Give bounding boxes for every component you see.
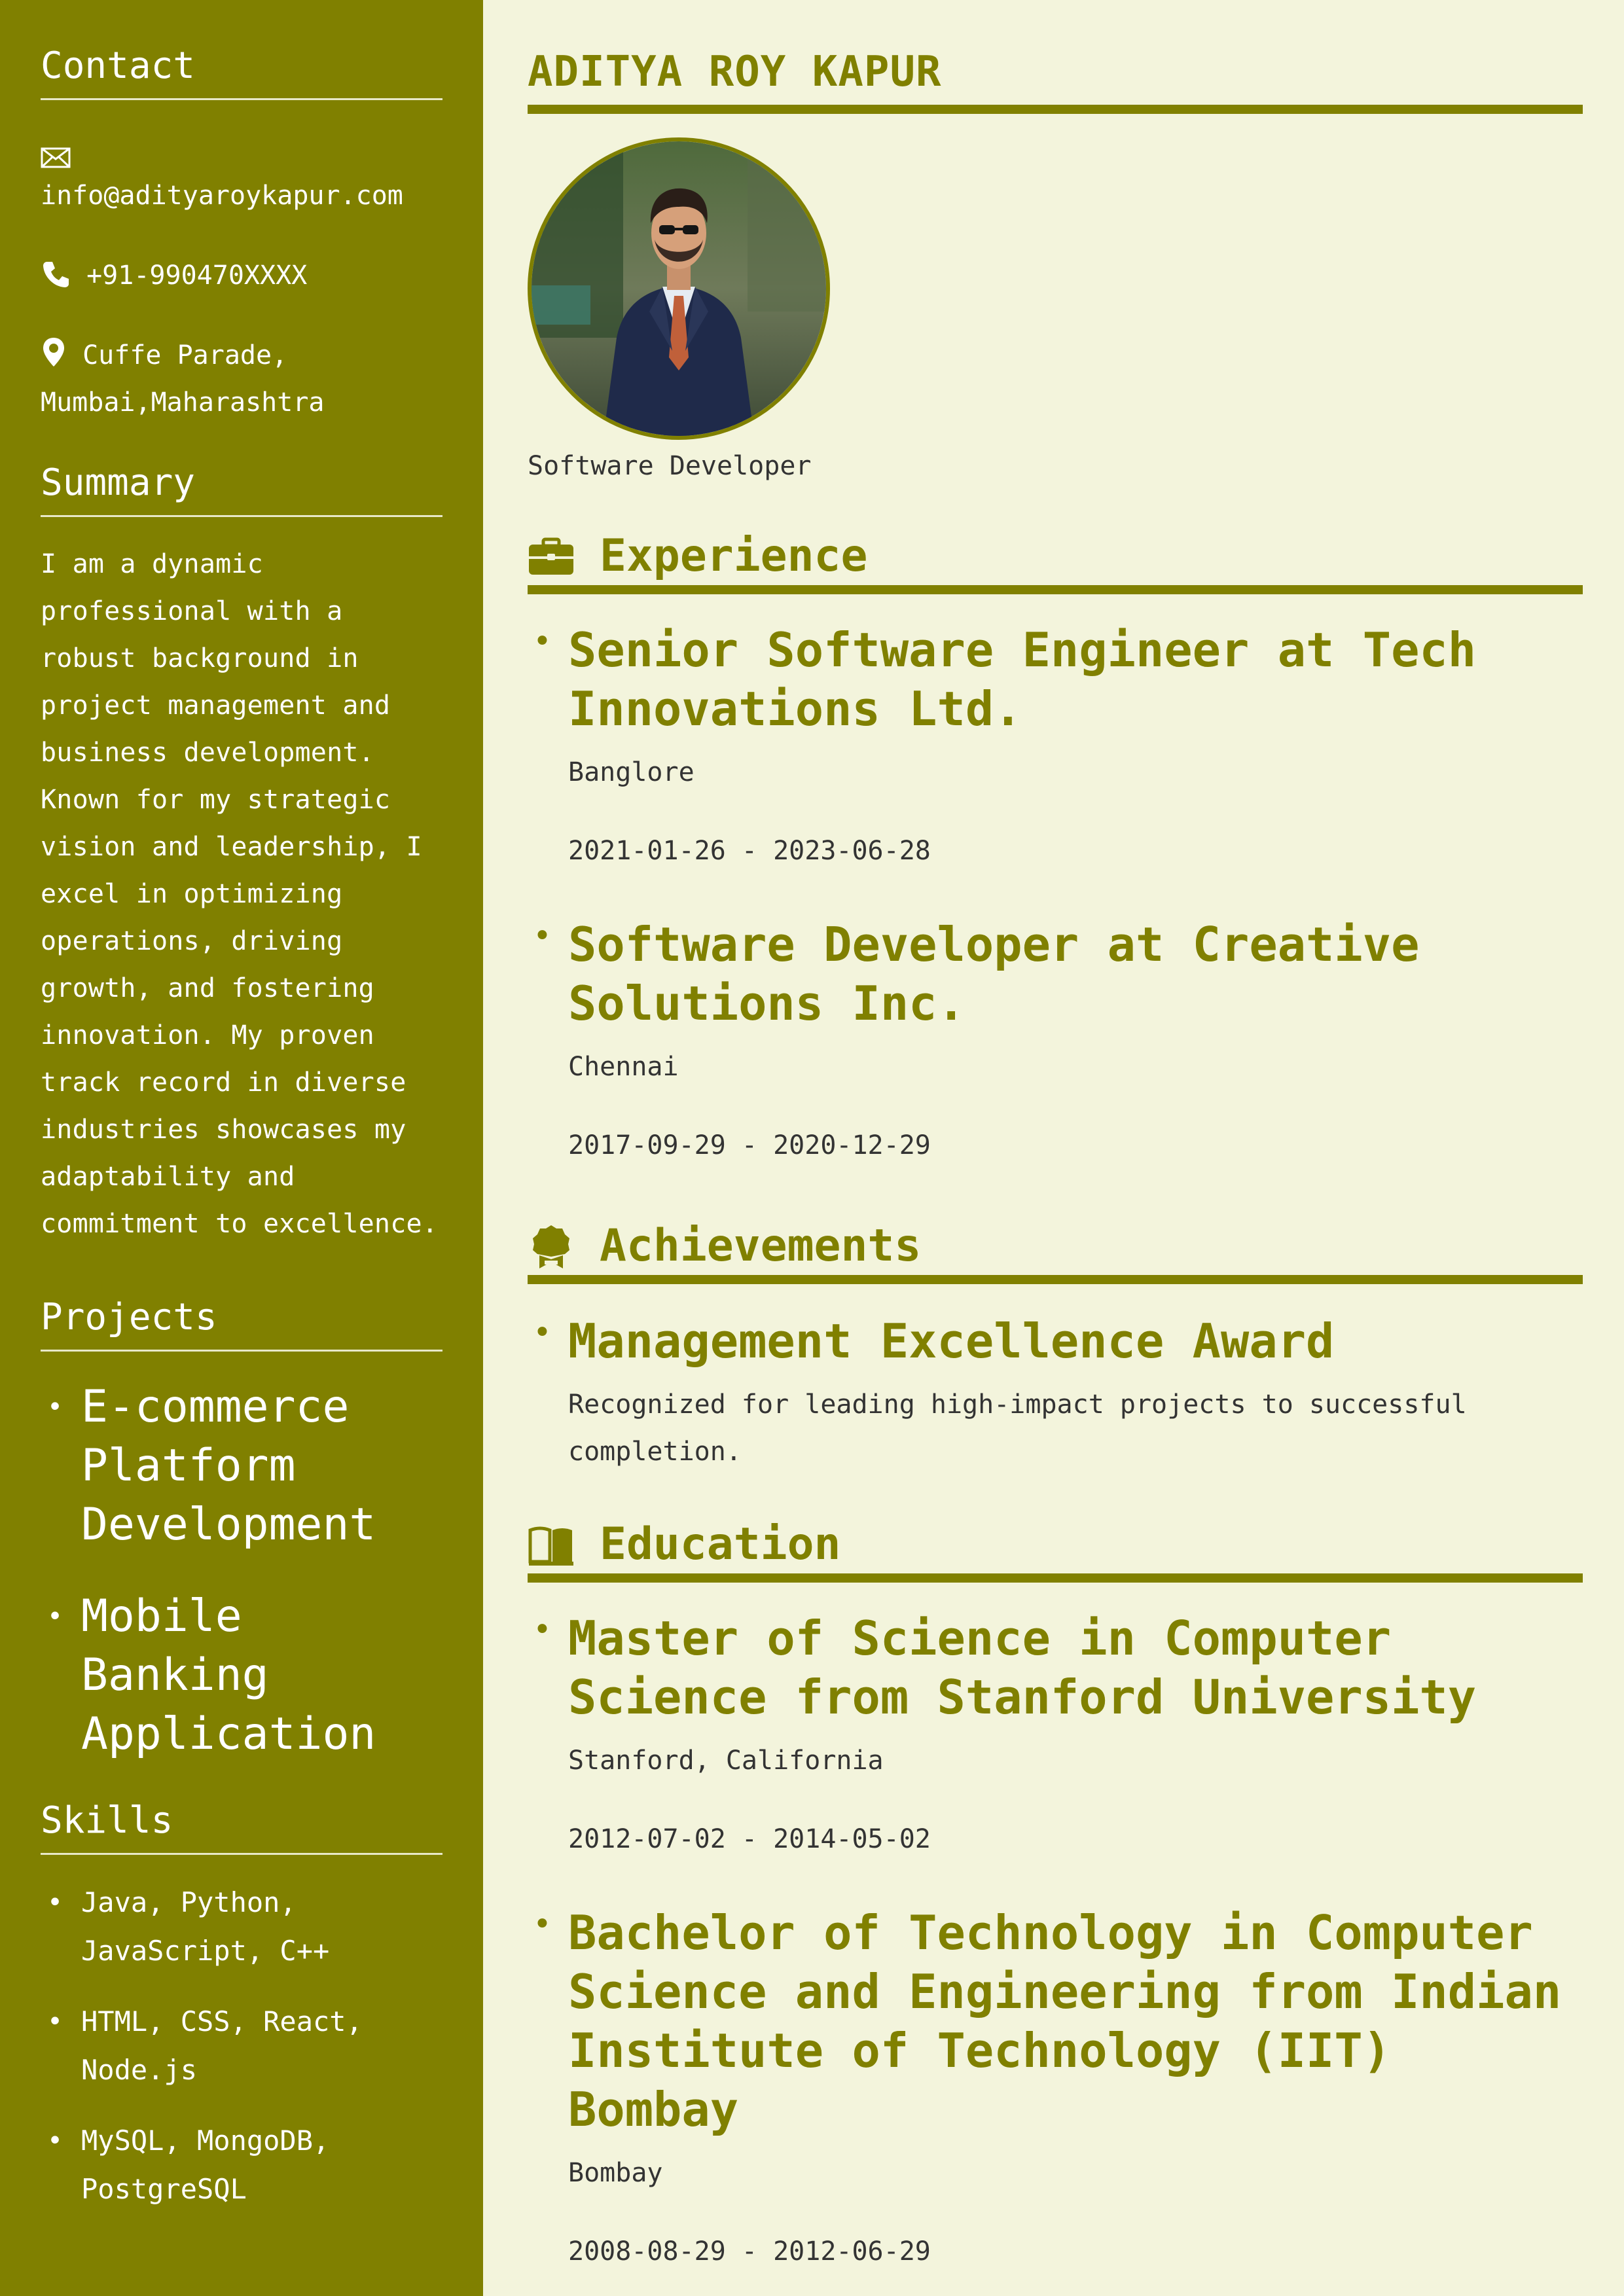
skill-item: • MySQL, MongoDB, PostgreSQL: [41, 2117, 442, 2214]
bullet-icon: •: [47, 2007, 63, 2037]
profile-photo-illustration: [532, 141, 826, 436]
bullet-icon: •: [47, 1602, 63, 1632]
experience-heading: Experience: [600, 530, 868, 582]
book-icon: [528, 1521, 575, 1568]
education-title: Master of Science in Computer Science fr…: [568, 1611, 1477, 1725]
education-item: • Bachelor of Technology in Computer Sci…: [528, 1903, 1583, 2275]
project-item: • E-commerce Platform Development: [41, 1378, 442, 1554]
contact-location: Cuffe Parade, Mumbai,Maharashtra: [41, 332, 442, 426]
location-line-1: Cuffe Parade,: [82, 340, 288, 370]
projects-heading: Projects: [41, 1293, 442, 1352]
skill-text: Java, Python, JavaScript, C++: [81, 1886, 330, 1967]
contact-phone: +91-990470XXXX: [41, 252, 442, 299]
education-heading: Education: [600, 1518, 841, 1570]
experience-section-header: Experience: [528, 524, 1583, 594]
contact-block: info@adityaroykapur.com +91-990470XXXX C…: [41, 130, 442, 426]
bullet-icon: •: [533, 918, 552, 954]
section-divider: [528, 585, 1583, 594]
summary-text: I am a dynamic professional with a robus…: [41, 549, 439, 1239]
skills-list: • Java, Python, JavaScript, C++ • HTML, …: [41, 1878, 442, 2214]
bullet-icon: •: [47, 1888, 63, 1918]
bullet-icon: •: [533, 1611, 552, 1648]
project-title: E-commerce Platform Development: [81, 1381, 376, 1551]
education-dates: 2012-07-02 - 2014-05-02: [568, 1824, 931, 1854]
skills-heading: Skills: [41, 1797, 442, 1855]
achievements-heading: Achievements: [600, 1220, 922, 1272]
experience-location: Chennai: [568, 1052, 679, 1082]
sidebar: Contact info@adityaroykapur.com +91-9904…: [0, 0, 483, 2296]
briefcase-icon: [528, 533, 575, 580]
bullet-icon: •: [47, 2126, 63, 2156]
project-item: • Mobile Banking Application: [41, 1587, 442, 1764]
achievements-section-header: Achievements: [528, 1213, 1583, 1284]
bullet-icon: •: [47, 1392, 63, 1422]
phone-number[interactable]: +91-990470XXXX: [86, 260, 307, 291]
skill-item: • Java, Python, JavaScript, C++: [41, 1878, 442, 1975]
email-link[interactable]: info@adityaroykapur.com: [41, 172, 442, 219]
map-pin-icon: [41, 338, 82, 370]
education-location: Stanford, California: [568, 1746, 884, 1776]
contact-heading: Contact: [41, 42, 442, 100]
skill-item: • HTML, CSS, React, Node.js: [41, 1998, 442, 2094]
education-dates: 2008-08-29 - 2012-06-29: [568, 2236, 931, 2267]
skill-text: HTML, CSS, React, Node.js: [81, 2005, 363, 2086]
experience-item: • Senior Software Engineer at Tech Innov…: [528, 620, 1583, 874]
achievement-title: Management Excellence Award: [568, 1314, 1335, 1369]
education-item: • Master of Science in Computer Science …: [528, 1609, 1583, 1863]
education-section-header: Education: [528, 1512, 1583, 1583]
envelope-icon: [41, 130, 442, 172]
bullet-icon: •: [533, 1906, 552, 1943]
summary-heading: Summary: [41, 459, 442, 517]
phone-icon: [41, 260, 86, 291]
education-title: Bachelor of Technology in Computer Scien…: [568, 1905, 1562, 2137]
experience-title: Software Developer at Creative Solutions…: [568, 917, 1420, 1031]
education-location: Bombay: [568, 2158, 663, 2188]
award-icon: [528, 1223, 575, 1270]
job-role: Software Developer: [528, 451, 812, 481]
section-divider: [528, 1275, 1583, 1284]
skill-text: MySQL, MongoDB, PostgreSQL: [81, 2125, 330, 2205]
achievement-description: Recognized for leading high-impact proje…: [568, 1390, 1467, 1467]
contact-email: info@adityaroykapur.com: [41, 130, 442, 219]
candidate-name: ADITYA ROY KAPUR: [528, 48, 942, 96]
profile-photo: [528, 137, 830, 440]
experience-location: Banglore: [568, 757, 695, 787]
name-divider: [528, 105, 1583, 114]
experience-item: • Software Developer at Creative Solutio…: [528, 915, 1583, 1169]
achievement-item: • Management Excellence Award Recognized…: [528, 1312, 1583, 1475]
resume-page: Contact info@adityaroykapur.com +91-9904…: [0, 0, 1624, 2296]
bullet-icon: •: [533, 623, 552, 660]
experience-title: Senior Software Engineer at Tech Innovat…: [568, 622, 1477, 736]
bullet-icon: •: [533, 1314, 552, 1351]
project-title: Mobile Banking Application: [81, 1590, 376, 1760]
experience-dates: 2021-01-26 - 2023-06-28: [568, 836, 931, 866]
experience-dates: 2017-09-29 - 2020-12-29: [568, 1130, 931, 1160]
location-line-2: Mumbai,Maharashtra: [41, 387, 325, 418]
section-divider: [528, 1573, 1583, 1583]
projects-list: • E-commerce Platform Development • Mobi…: [41, 1378, 442, 1764]
